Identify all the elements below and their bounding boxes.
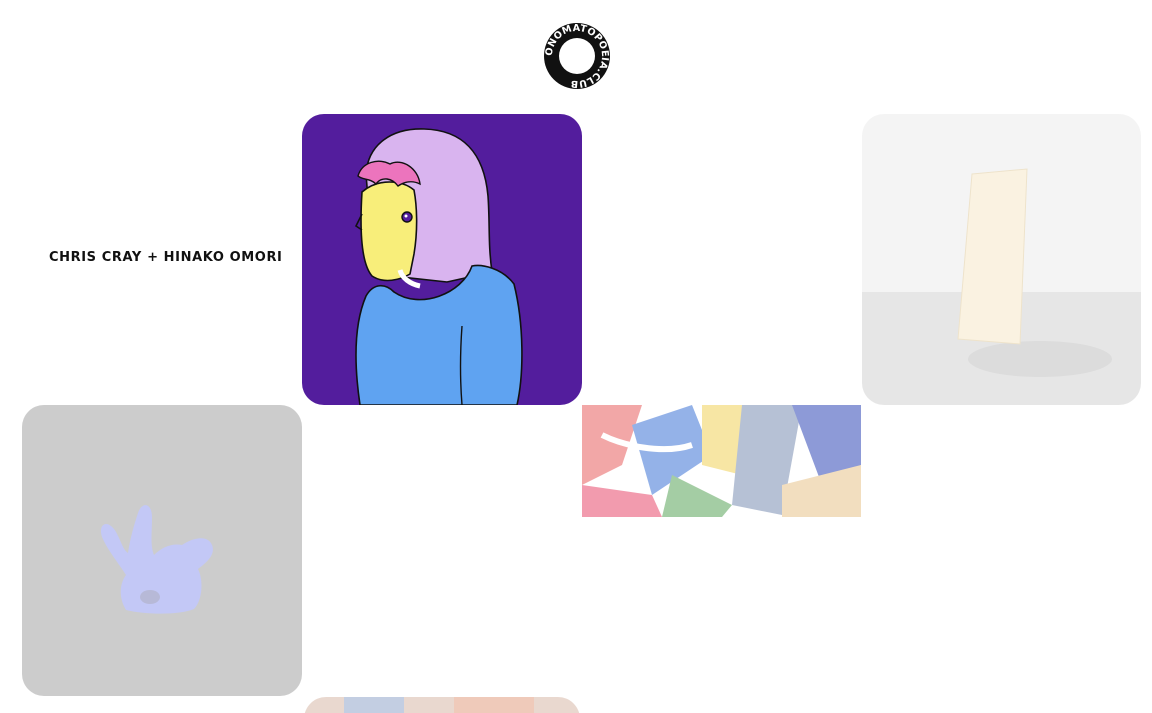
leaning-board-photo-icon <box>862 114 1141 405</box>
fabric-tile[interactable] <box>582 405 861 517</box>
artist-names-link[interactable]: CHRIS CRAY + HINAKO OMORI <box>49 250 283 265</box>
logo[interactable]: ONOMATOPOEIA.CLUB <box>541 20 613 92</box>
page: ONOMATOPOEIA.CLUB CHRIS CRAY + HINAKO OM… <box>0 0 1152 713</box>
colorful-fabric-icon <box>582 405 861 517</box>
blue-coral-shape-icon <box>22 405 302 696</box>
partial-artwork-icon <box>304 697 580 713</box>
faded-photo-tile[interactable] <box>862 114 1141 405</box>
woman-portrait-illustration-icon <box>302 114 582 405</box>
portrait-tile[interactable] <box>302 114 582 405</box>
bottom-artwork-tile[interactable] <box>304 697 580 713</box>
circular-text-logo-icon: ONOMATOPOEIA.CLUB <box>544 23 610 89</box>
squiggle-tile[interactable] <box>22 405 302 696</box>
